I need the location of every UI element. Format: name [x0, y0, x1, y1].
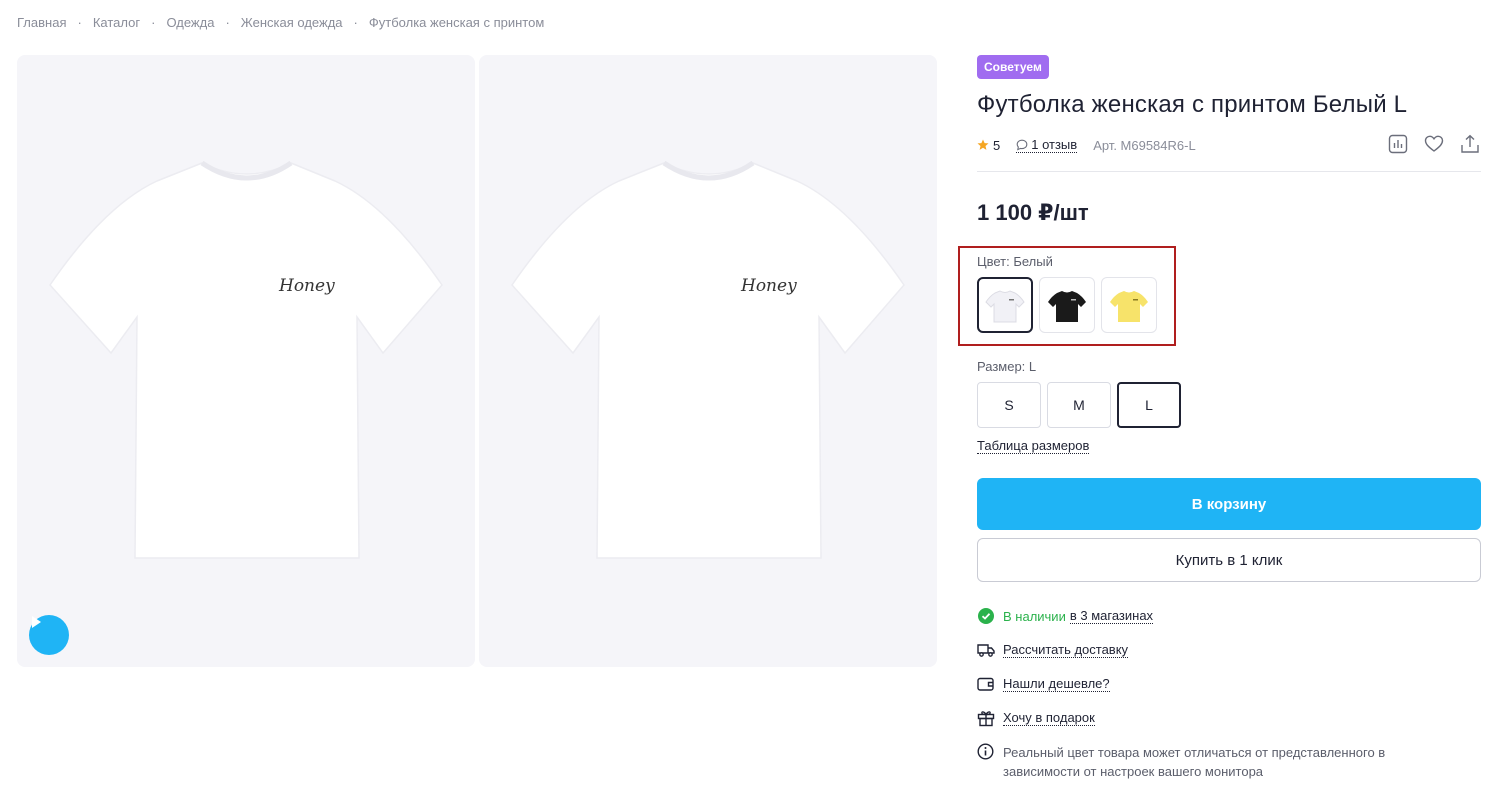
- sku: Арт. M69584R6-L: [1093, 137, 1196, 153]
- want-as-gift-link[interactable]: Хочу в подарок: [1003, 710, 1095, 726]
- size-option-s[interactable]: S: [977, 382, 1041, 428]
- gift-row: Хочу в подарок: [977, 709, 1095, 727]
- info-icon: [977, 743, 995, 761]
- product-photo-2[interactable]: Honey: [479, 55, 937, 667]
- breadcrumb-separator: ·: [77, 15, 82, 30]
- tshirt-image: Honey: [511, 160, 905, 559]
- heart-icon: [1424, 135, 1444, 152]
- tshirt-yellow-thumb: [1110, 291, 1148, 322]
- print-text: Honey: [740, 276, 797, 296]
- truck-icon: [977, 641, 995, 659]
- breadcrumb-separator: ·: [353, 15, 358, 30]
- recommend-badge: Советуем: [977, 55, 1049, 79]
- add-to-cart-button[interactable]: В корзину: [977, 478, 1481, 530]
- size-option-m[interactable]: M: [1047, 382, 1111, 428]
- buy-one-click-button[interactable]: Купить в 1 клик: [977, 538, 1481, 582]
- print-text: Honey: [278, 276, 335, 296]
- divider: [977, 171, 1481, 172]
- swatch-yellow[interactable]: [1101, 277, 1157, 333]
- favorite-button[interactable]: [1423, 133, 1445, 155]
- delivery-row: Рассчитать доставку: [977, 641, 1129, 659]
- compare-icon: [1388, 134, 1408, 154]
- play-video-button[interactable]: [29, 615, 69, 655]
- swatch-white[interactable]: [977, 277, 1033, 333]
- star-icon: [977, 139, 989, 150]
- breadcrumb-separator: ·: [151, 15, 156, 30]
- calculate-delivery-link[interactable]: Рассчитать доставку: [1003, 642, 1129, 658]
- product-actions: [1387, 133, 1481, 155]
- wallet-icon: [977, 675, 995, 693]
- found-cheaper-link[interactable]: Нашли дешевле?: [1003, 676, 1110, 692]
- product-title: Футболка женская с принтом Белый L: [977, 91, 1408, 118]
- product-info: Советуем Футболка женская с принтом Белы…: [958, 55, 1481, 779]
- tshirt-black-thumb: [1048, 291, 1086, 322]
- breadcrumb-separator: ·: [225, 15, 230, 30]
- compare-button[interactable]: [1387, 133, 1409, 155]
- breadcrumb-home[interactable]: Главная: [17, 15, 66, 30]
- color-swatches: [977, 277, 1157, 333]
- swatch-black[interactable]: [1039, 277, 1095, 333]
- product-gallery: Honey Honey: [17, 55, 937, 667]
- breadcrumb-clothing[interactable]: Одежда: [166, 15, 214, 30]
- breadcrumb-womens-clothing[interactable]: Женская одежда: [241, 15, 343, 30]
- product-price: 1 100 ₽/шт: [977, 200, 1089, 225]
- stores-link[interactable]: в 3 магазинах: [1069, 608, 1154, 624]
- breadcrumb-current: Футболка женская с принтом: [368, 15, 545, 30]
- product-photo-1[interactable]: Honey: [17, 55, 475, 667]
- rating: 5: [977, 138, 1000, 153]
- color-label: Цвет: Белый: [977, 254, 1053, 269]
- comment-icon: [1016, 139, 1028, 151]
- size-option-l[interactable]: L: [1117, 382, 1181, 428]
- size-label: Размер: L: [977, 359, 1037, 374]
- tshirt-white-thumb: [985, 290, 1025, 323]
- disclaimer-text: Реальный цвет товара может отличаться от…: [1003, 745, 1386, 779]
- rating-value: 5: [993, 137, 1001, 153]
- check-circle-icon: [977, 607, 995, 625]
- size-table-link[interactable]: Таблица размеров: [977, 438, 1090, 454]
- product-meta: 5 1 отзыв Арт. M69584R6-L: [977, 133, 1481, 155]
- breadcrumb: Главная · Каталог · Одежда · Женская оде…: [17, 15, 544, 30]
- share-icon: [1461, 134, 1479, 153]
- cheaper-row: Нашли дешевле?: [977, 675, 1110, 693]
- size-options: S M L: [977, 382, 1181, 428]
- reviews-link[interactable]: 1 отзыв: [1016, 136, 1078, 153]
- gift-icon: [977, 709, 995, 727]
- tshirt-image: Honey: [49, 160, 443, 559]
- reviews-count: 1 отзыв: [1031, 136, 1078, 152]
- play-icon: [32, 616, 41, 628]
- stock-status: В наличии в 3 магазинах: [977, 607, 1154, 625]
- share-button[interactable]: [1459, 133, 1481, 155]
- in-stock-text: В наличии: [1003, 608, 1066, 624]
- color-disclaimer: Реальный цвет товара может отличаться от…: [977, 743, 1423, 781]
- breadcrumb-catalog[interactable]: Каталог: [93, 15, 140, 30]
